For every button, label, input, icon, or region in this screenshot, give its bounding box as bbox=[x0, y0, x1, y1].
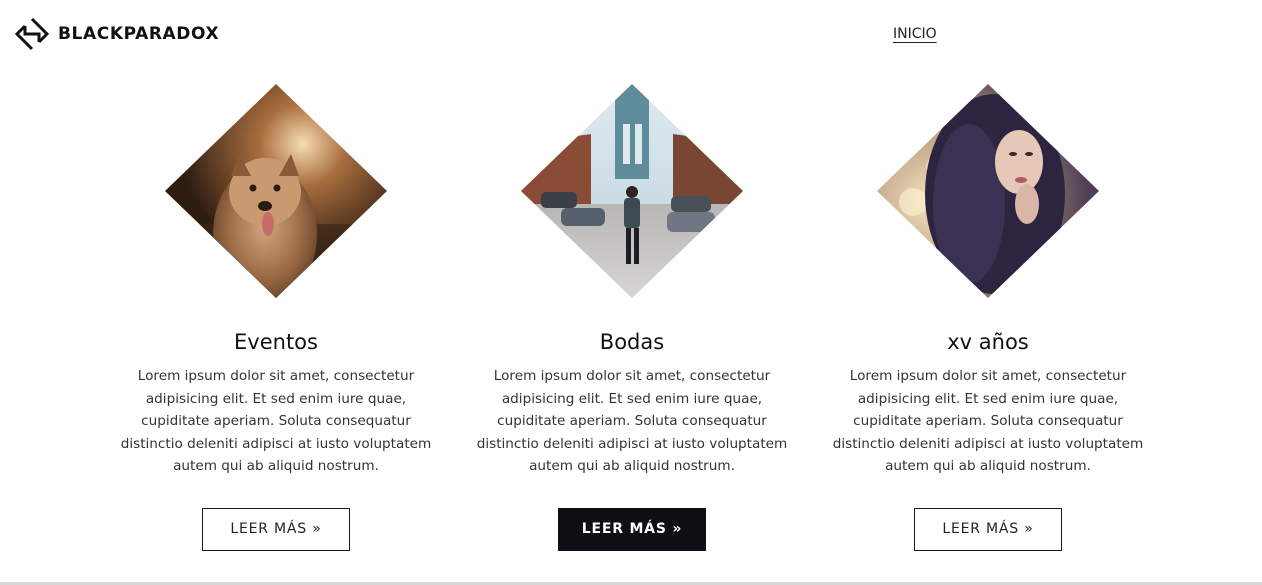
card-description: Lorem ipsum dolor sit amet, consectetur … bbox=[120, 368, 432, 474]
dog-portrait-photo bbox=[165, 84, 387, 298]
page: BLACKPARADOX INICIO Eventos Lorem ipsum … bbox=[0, 0, 1262, 585]
leer-mas-button-xv-anos[interactable]: LEER MÁS » bbox=[914, 507, 1062, 551]
brand-name: BLACKPARADOX bbox=[58, 24, 220, 44]
service-card-eventos: Eventos Lorem ipsum dolor sit amet, cons… bbox=[106, 80, 446, 551]
city-bridge-street-photo bbox=[521, 84, 743, 298]
card-description: Lorem ipsum dolor sit amet, consectetur … bbox=[832, 368, 1144, 474]
card-description: Lorem ipsum dolor sit amet, consectetur … bbox=[476, 368, 788, 474]
card-title: xv años bbox=[947, 330, 1029, 354]
brand-logo[interactable]: BLACKPARADOX bbox=[14, 16, 219, 52]
service-card-bodas: Bodas Lorem ipsum dolor sit amet, consec… bbox=[462, 80, 802, 551]
woman-curly-hair-photo bbox=[877, 84, 1099, 298]
service-card-xv-anos: xv años Lorem ipsum dolor sit amet, cons… bbox=[818, 80, 1158, 551]
card-title: Eventos bbox=[234, 330, 318, 354]
nav-link-inicio[interactable]: INICIO bbox=[893, 26, 937, 42]
diamond-arrows-logo-icon bbox=[14, 17, 50, 51]
card-title: Bodas bbox=[599, 330, 665, 354]
leer-mas-button-bodas[interactable]: LEER MÁS » bbox=[558, 507, 706, 551]
leer-mas-button-eventos[interactable]: LEER MÁS » bbox=[202, 507, 350, 551]
